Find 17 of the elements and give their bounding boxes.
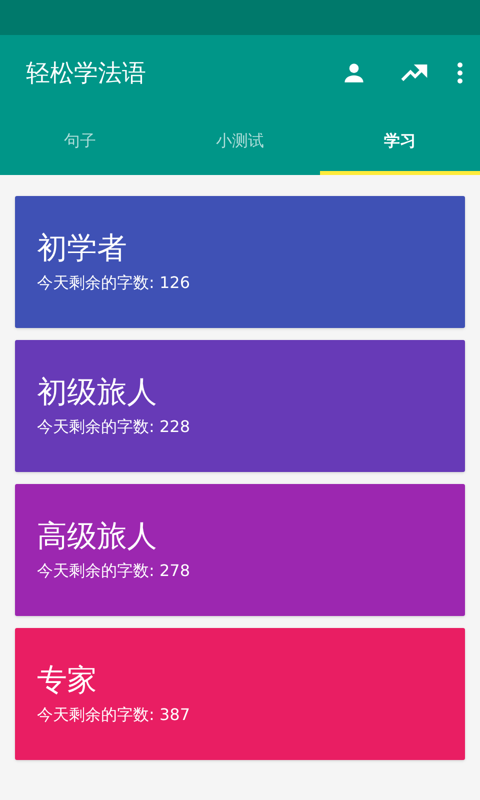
level-card[interactable]: 高级旅人 今天剩余的字数: 278	[15, 484, 465, 616]
words-remaining: 今天剩余的字数: 278	[37, 560, 190, 582]
level-title: 专家	[37, 662, 97, 700]
tab[interactable]: 小测试	[160, 110, 320, 175]
level-card[interactable]: 初级旅人 今天剩余的字数: 228	[15, 340, 465, 472]
level-title: 高级旅人	[37, 518, 157, 556]
level-title: 初学者	[37, 230, 127, 268]
words-remaining: 今天剩余的字数: 387	[37, 704, 190, 726]
level-card[interactable]: 初学者 今天剩余的字数: 126	[15, 196, 465, 328]
words-remaining: 今天剩余的字数: 228	[37, 416, 190, 438]
tab[interactable]: 句子	[0, 110, 160, 175]
more-icon[interactable]	[456, 60, 464, 84]
words-remaining: 今天剩余的字数: 126	[37, 272, 190, 294]
level-card[interactable]: 专家 今天剩余的字数: 387	[15, 628, 465, 760]
tab[interactable]: 学习	[320, 110, 480, 175]
level-title: 初级旅人	[37, 374, 157, 412]
app-title: 轻松学法语	[26, 58, 147, 88]
